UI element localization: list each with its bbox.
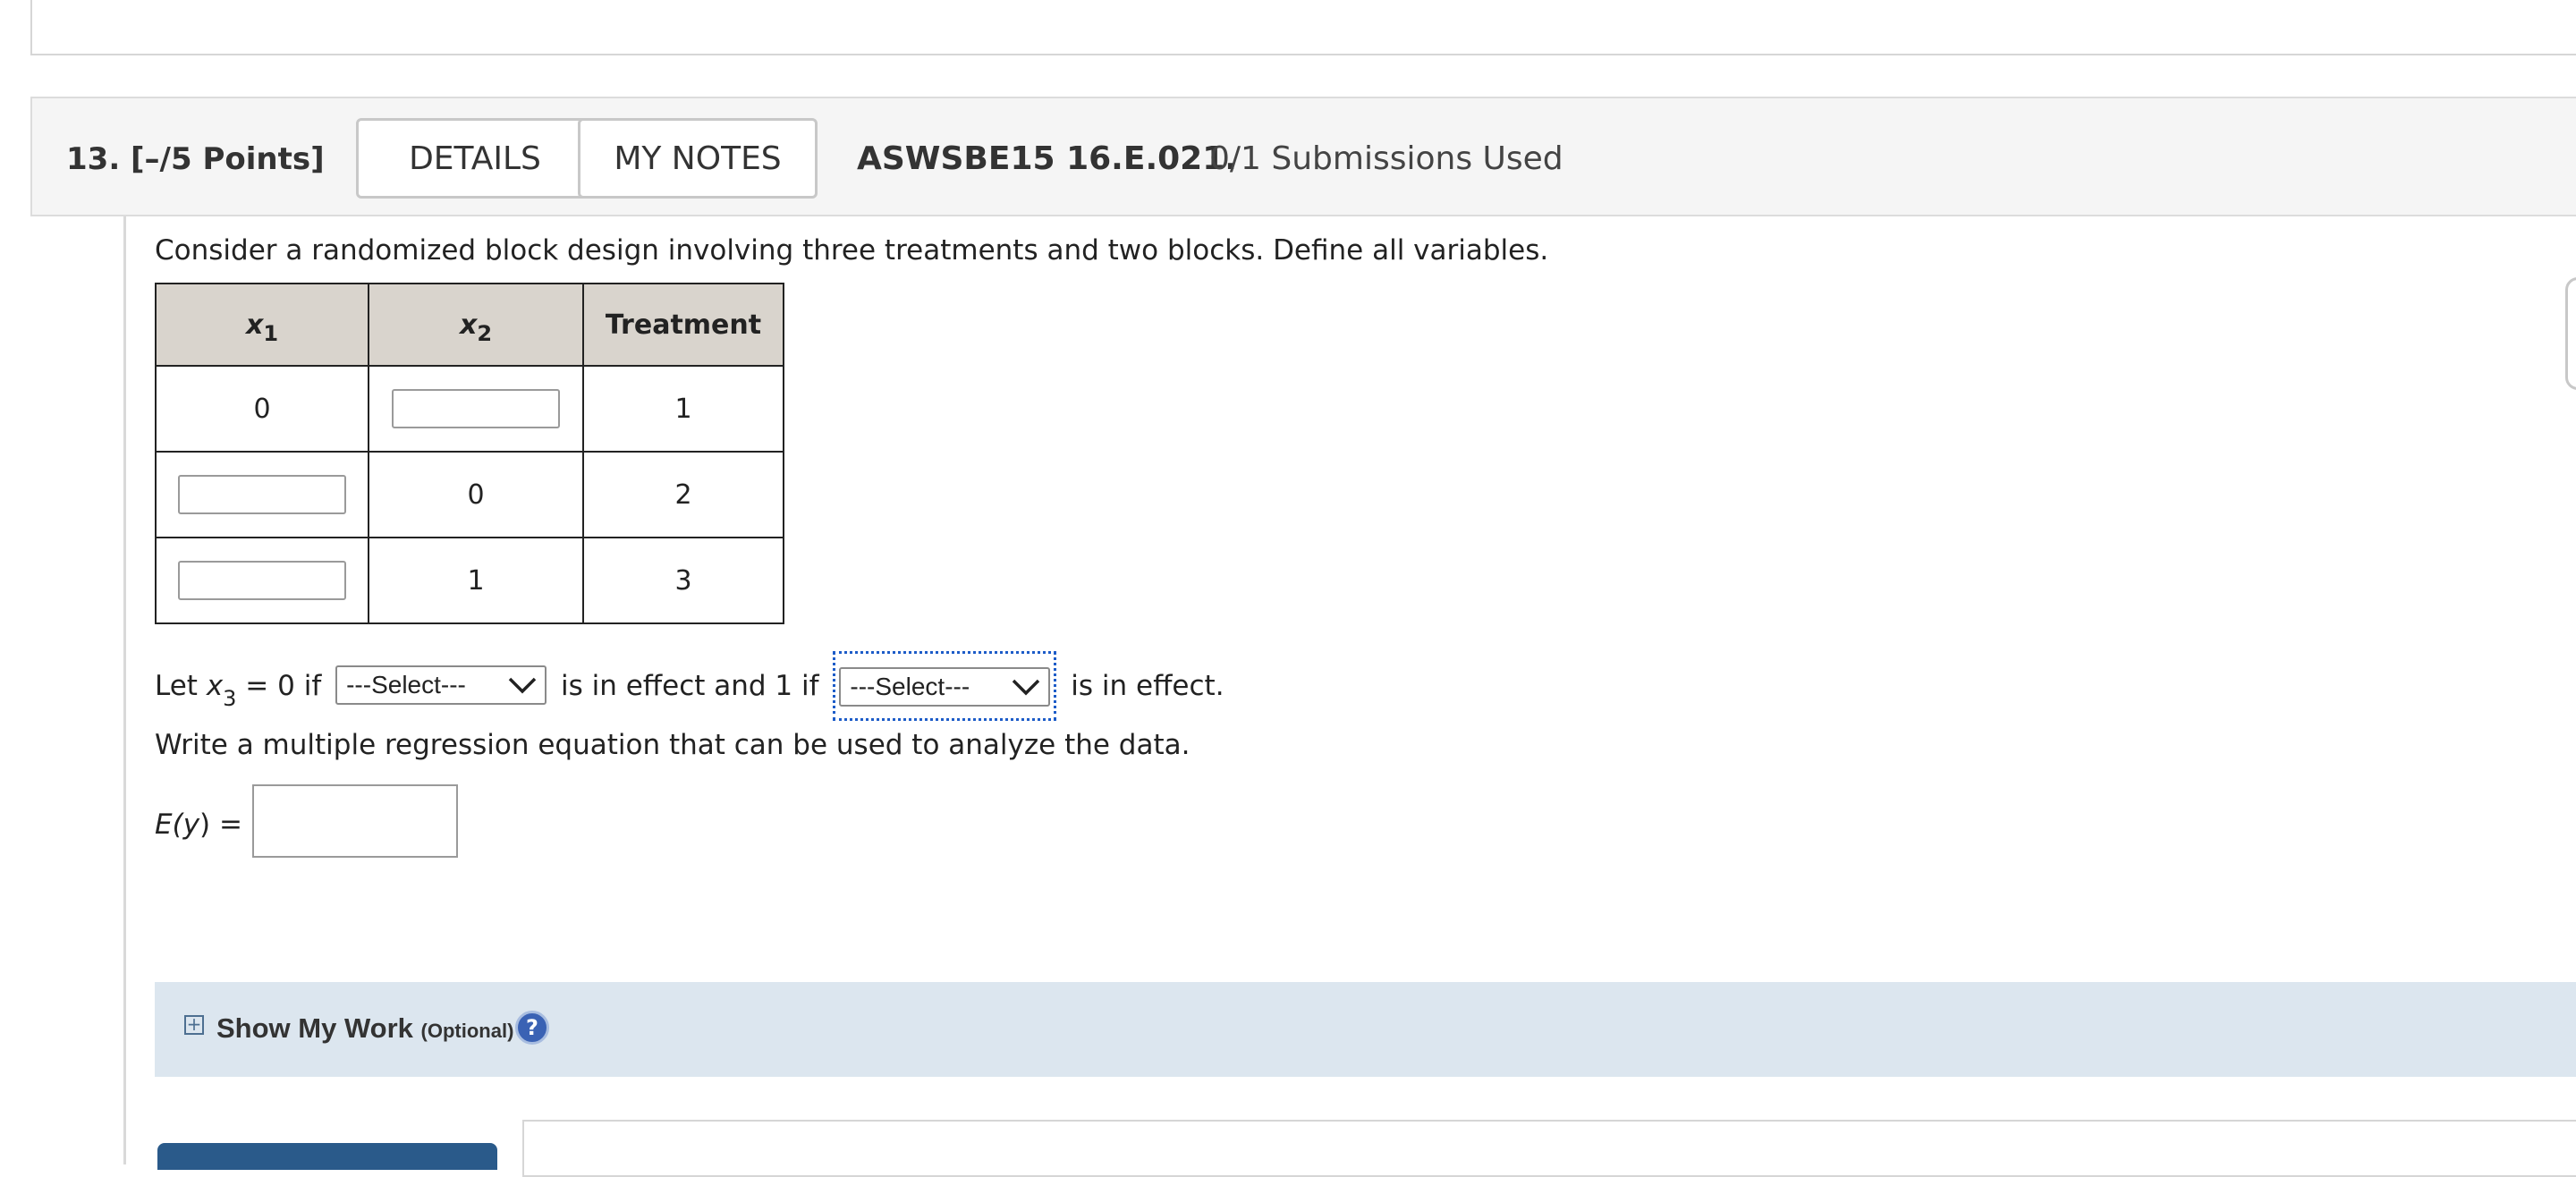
question-number: 13.: [66, 141, 121, 177]
regression-prompt: Write a multiple regression equation tha…: [155, 729, 1191, 761]
chevron-down-icon: [1013, 679, 1040, 695]
x2-input-row1[interactable]: [392, 389, 560, 428]
table-row: 0 2: [155, 451, 784, 538]
x3-definition-line: Let x3 = 0 if ---Select--- is in effect …: [155, 649, 1224, 721]
submissions-used: 0/1 Submissions Used: [1209, 140, 1563, 177]
previous-question-panel: [30, 0, 2576, 55]
expand-plus-icon[interactable]: +: [184, 1015, 204, 1035]
x1-input-row2[interactable]: [178, 475, 346, 514]
question-header: 13. [–/5 Points] DETAILS MY NOTES ASWSBE…: [30, 97, 2576, 216]
table-header-row: x1 x2 Treatment: [155, 283, 784, 367]
x3-var: x: [206, 670, 224, 702]
treatment-table: x1 x2 Treatment 0 1 0 2 1 3: [155, 283, 784, 624]
next-panel: [522, 1120, 2576, 1177]
select-value: ---Select---: [346, 670, 466, 699]
question-left-rule: [123, 216, 126, 1164]
treatment-select-1[interactable]: ---Select---: [839, 666, 1051, 707]
header-x2: x2: [368, 283, 584, 367]
x3-prefix: Let: [155, 670, 207, 702]
question-code: ASWSBE15 16.E.021.: [857, 140, 1237, 177]
question-prompt: Consider a randomized block design invol…: [155, 234, 1549, 267]
x3-eq-text: = 0 if: [236, 670, 322, 702]
x3-sub: 3: [223, 686, 237, 711]
x1-input-row3[interactable]: [178, 561, 346, 600]
chevron-down-icon: [508, 677, 537, 693]
question-points: [–/5 Points]: [131, 141, 325, 177]
equation-label: E(y) =: [155, 809, 242, 841]
focus-outline: ---Select---: [833, 651, 1057, 721]
equation-input[interactable]: [252, 784, 458, 858]
cell-treatment: 1: [582, 365, 784, 453]
submit-button[interactable]: [157, 1143, 497, 1170]
header-treatment: Treatment: [582, 283, 784, 367]
treatment-select-0[interactable]: ---Select---: [335, 665, 547, 705]
help-icon[interactable]: ?: [515, 1011, 549, 1045]
my-notes-button[interactable]: MY NOTES: [578, 118, 818, 199]
cell-x2: 0: [368, 451, 584, 538]
cell-x1: 0: [155, 365, 369, 453]
cell-treatment: 3: [582, 537, 784, 624]
table-row: 0 1: [155, 365, 784, 453]
cell-x2: 1: [368, 537, 584, 624]
header-x1: x1: [155, 283, 369, 367]
cell-x2: [368, 365, 584, 453]
table-row: 1 3: [155, 537, 784, 624]
x3-middle-text: is in effect and 1 if: [560, 670, 819, 702]
cell-x1: [155, 537, 369, 624]
cell-x1: [155, 451, 369, 538]
x3-suffix: is in effect.: [1071, 670, 1224, 702]
show-my-work-title[interactable]: Show My Work (Optional): [216, 1011, 513, 1049]
side-panel-tab[interactable]: [2565, 277, 2576, 390]
select-value: ---Select---: [850, 672, 970, 700]
cell-treatment: 2: [582, 451, 784, 538]
details-button[interactable]: DETAILS: [356, 118, 594, 199]
